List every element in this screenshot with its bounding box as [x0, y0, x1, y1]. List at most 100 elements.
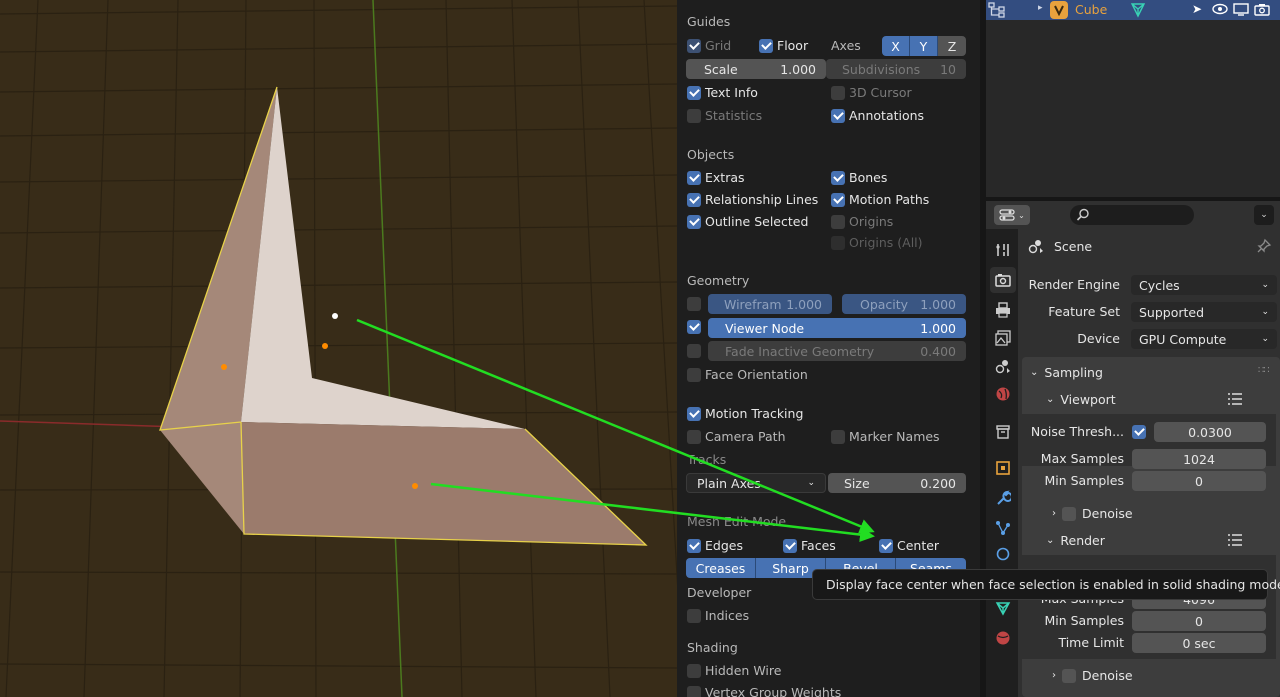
- indices-check-icon: [687, 608, 701, 623]
- noise-threshold-field[interactable]: 0.0300: [1154, 422, 1266, 442]
- list-icon[interactable]: [1227, 392, 1243, 409]
- denoise-subpanel-header[interactable]: › Denoise: [1052, 506, 1133, 521]
- monitor-icon[interactable]: [1233, 3, 1249, 19]
- tab-particles[interactable]: [990, 515, 1016, 541]
- marker-names-checkbox[interactable]: Marker Names: [831, 429, 940, 444]
- tab-physics[interactable]: [990, 541, 1016, 567]
- tab-material[interactable]: [990, 625, 1016, 651]
- render-denoise-check-icon[interactable]: [1062, 668, 1076, 683]
- motion-tracking-checkbox[interactable]: Motion Tracking: [687, 406, 803, 421]
- faces-checkbox[interactable]: Faces: [783, 538, 836, 553]
- time-limit-field[interactable]: 0 sec: [1132, 633, 1266, 653]
- 3d-cursor-checkbox[interactable]: 3D Cursor: [831, 85, 912, 100]
- tab-collection[interactable]: [990, 419, 1016, 445]
- center-checkbox[interactable]: Center: [879, 538, 939, 553]
- noise-threshold-checkbox[interactable]: [1132, 425, 1146, 439]
- viewport-subpanel-header[interactable]: ⌄ Viewport: [1046, 392, 1116, 407]
- sampling-panel-header[interactable]: ⌄ Sampling: [1030, 365, 1103, 380]
- creases-toggle[interactable]: Creases: [686, 558, 756, 578]
- tab-output[interactable]: [990, 297, 1016, 323]
- fade-inactive-checkbox[interactable]: [687, 344, 701, 358]
- wireframe-field[interactable]: Wirefram 1.000: [708, 294, 832, 314]
- track-size-field[interactable]: Size 0.200: [828, 473, 966, 493]
- subdivisions-field[interactable]: Subdivisions 10: [826, 59, 966, 79]
- viewer-node-checkbox[interactable]: [687, 320, 701, 334]
- properties-editor: ⌄ ⌄ Scene Render Engine Cycles ⌄ Feature…: [986, 201, 1280, 697]
- scene-title: Scene: [1054, 239, 1093, 254]
- max-samples-field[interactable]: 1024: [1132, 449, 1266, 469]
- hidden-wire-checkbox[interactable]: Hidden Wire: [687, 663, 781, 678]
- tab-view-layer[interactable]: [990, 325, 1016, 351]
- annotations-checkbox[interactable]: Annotations: [831, 108, 924, 123]
- collection-box-icon: [996, 425, 1010, 439]
- render-min-samples-field[interactable]: 0: [1132, 611, 1266, 631]
- hidden-wire-check-icon: [687, 663, 701, 678]
- tab-object[interactable]: [990, 455, 1016, 481]
- viewer-node-field[interactable]: Viewer Node 1.000: [708, 318, 966, 338]
- chevron-down-icon: ⌄: [1261, 307, 1269, 317]
- vertex-group-weights-checkbox[interactable]: Vertex Group Weights: [687, 685, 841, 697]
- min-samples-label: Min Samples: [1044, 473, 1124, 488]
- pin-icon[interactable]: [1256, 238, 1272, 257]
- tracks-dropdown[interactable]: Plain Axes ⌄: [686, 473, 826, 493]
- render-subpanel-header[interactable]: ⌄ Render: [1046, 533, 1105, 548]
- 3d-viewport[interactable]: [0, 0, 677, 697]
- render-engine-dropdown[interactable]: Cycles ⌄: [1131, 275, 1277, 295]
- device-label: Device: [1077, 331, 1120, 346]
- render-denoise-subpanel-header[interactable]: › Denoise: [1052, 668, 1133, 683]
- relationship-lines-checkbox[interactable]: Relationship Lines: [687, 192, 818, 207]
- tab-scene[interactable]: [990, 353, 1016, 379]
- mesh-data-icon: [1128, 1, 1148, 22]
- axis-z-toggle[interactable]: Z: [938, 36, 966, 56]
- chevron-down-icon: ⌄: [1261, 334, 1269, 344]
- tab-modifiers[interactable]: [990, 485, 1016, 511]
- wireframe-checkbox[interactable]: [687, 297, 701, 311]
- min-samples-field[interactable]: 0: [1132, 471, 1266, 491]
- fade-inactive-field[interactable]: Fade Inactive Geometry 0.400: [708, 341, 966, 361]
- drag-handle-icon[interactable]: ∷∷: [1258, 365, 1270, 376]
- origins-all-checkbox[interactable]: Origins (All): [831, 235, 923, 250]
- feature-set-dropdown[interactable]: Supported ⌄: [1131, 302, 1277, 322]
- axis-x-toggle[interactable]: X: [882, 36, 910, 56]
- properties-editor-icon: [999, 209, 1015, 221]
- marker-names-check-icon: [831, 429, 845, 444]
- statistics-checkbox[interactable]: Statistics: [687, 108, 762, 123]
- motion-paths-checkbox[interactable]: Motion Paths: [831, 192, 929, 207]
- guides-section-title: Guides: [687, 14, 731, 29]
- eye-icon[interactable]: [1212, 3, 1228, 18]
- editor-type-button[interactable]: ⌄: [994, 205, 1030, 225]
- developer-section-title: Developer: [687, 585, 752, 600]
- floor-checkbox[interactable]: Floor: [759, 38, 808, 53]
- outline-selected-checkbox[interactable]: Outline Selected: [687, 214, 808, 229]
- extras-checkbox[interactable]: Extras: [687, 170, 745, 185]
- tab-world[interactable]: [990, 381, 1016, 407]
- edges-checkbox[interactable]: Edges: [687, 538, 743, 553]
- outliner-row-cube[interactable]: ▸ Cube ➤: [986, 0, 1280, 20]
- opacity-field[interactable]: Opacity 1.000: [842, 294, 966, 314]
- grid-check-icon: [687, 38, 701, 53]
- center-tooltip: Display face center when face selection …: [812, 569, 1280, 600]
- bones-checkbox[interactable]: Bones: [831, 170, 887, 185]
- options-dropdown-button[interactable]: ⌄: [1254, 205, 1274, 225]
- scale-field[interactable]: Scale 1.000: [686, 59, 826, 79]
- tab-tool[interactable]: [990, 237, 1016, 263]
- max-samples-label: Max Samples: [1040, 451, 1124, 466]
- face-orientation-checkbox[interactable]: Face Orientation: [687, 367, 808, 382]
- properties-search-input[interactable]: [1070, 205, 1194, 225]
- expand-arrow-icon[interactable]: ▸: [1038, 3, 1043, 13]
- device-dropdown[interactable]: GPU Compute ⌄: [1131, 329, 1277, 349]
- selectable-cursor-icon[interactable]: ➤: [1192, 2, 1202, 16]
- denoise-check-icon[interactable]: [1062, 506, 1076, 521]
- list-icon[interactable]: [1227, 533, 1243, 550]
- axis-y-toggle[interactable]: Y: [910, 36, 938, 56]
- chevron-down-icon: ⌄: [1046, 535, 1055, 546]
- text-info-checkbox[interactable]: Text Info: [687, 85, 758, 100]
- fade-inactive-check-icon: [687, 344, 701, 358]
- mesh-face-bottom[interactable]: [241, 422, 646, 545]
- camera-icon[interactable]: [1254, 3, 1270, 19]
- camera-path-checkbox[interactable]: Camera Path: [687, 429, 786, 444]
- grid-checkbox[interactable]: Grid: [687, 38, 731, 53]
- origins-checkbox[interactable]: Origins: [831, 214, 893, 229]
- indices-checkbox[interactable]: Indices: [687, 608, 749, 623]
- tab-render[interactable]: [990, 267, 1016, 293]
